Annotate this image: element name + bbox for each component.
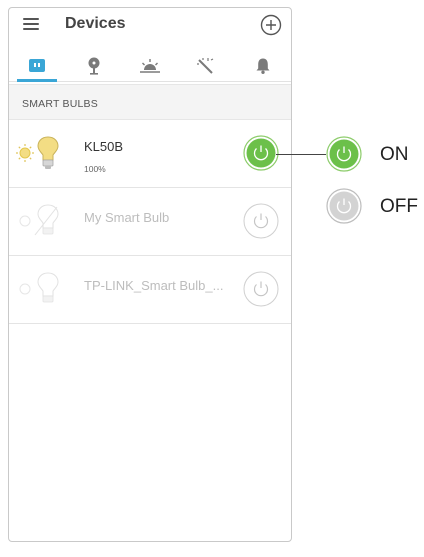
device-name: KL50B [84,139,124,154]
bell-icon [256,58,270,74]
device-name: TP-LINK_Smart Bulb_... [84,278,224,293]
legend-on-button [326,136,362,172]
power-icon [326,188,362,224]
device-row-my-smart-bulb[interactable]: My Smart Bulb [9,189,291,256]
power-toggle-offline[interactable] [243,271,279,307]
section-label: SMART BULBS [22,98,98,110]
legend-on-label: ON [380,144,409,165]
app-header: Devices [9,8,291,42]
power-icon [326,136,362,172]
legend-off-label: OFF [380,196,418,217]
bulb-on-icon [16,136,59,169]
power-toggle-offline[interactable] [243,203,279,239]
tab-smart-plugs[interactable] [9,50,65,82]
lamp-icon [88,57,100,75]
power-icon [243,135,279,171]
device-row-kl50b[interactable]: KL50B 100% [9,121,291,188]
legend-off-button [326,188,362,224]
device-brightness: 100% [84,164,106,174]
tab-smart-actions[interactable] [178,50,234,81]
tab-scenes[interactable] [122,50,178,81]
app-screen: Devices SMART BULBS KL50B 100% My Smart … [8,7,292,542]
tab-notifications[interactable] [235,50,291,81]
power-icon [243,203,279,239]
device-row-tp-link-smart-bulb[interactable]: TP-LINK_Smart Bulb_... [9,257,291,324]
bulb-offline-icon [19,204,59,236]
power-toggle-on[interactable] [243,135,279,171]
category-tabs [9,50,291,82]
section-header: SMART BULBS [9,84,291,120]
menu-icon[interactable] [23,18,39,30]
page-title: Devices [65,15,126,32]
plug-icon [29,58,46,72]
magic-wand-icon [197,57,214,74]
callout-line [276,154,326,155]
device-name: My Smart Bulb [84,210,170,225]
power-icon [243,271,279,307]
add-device-button[interactable] [260,14,282,36]
tab-lamps[interactable] [65,50,121,81]
plus-circle-icon [260,14,282,36]
bulb-offline-icon [19,272,59,303]
sunrise-icon [140,58,161,73]
